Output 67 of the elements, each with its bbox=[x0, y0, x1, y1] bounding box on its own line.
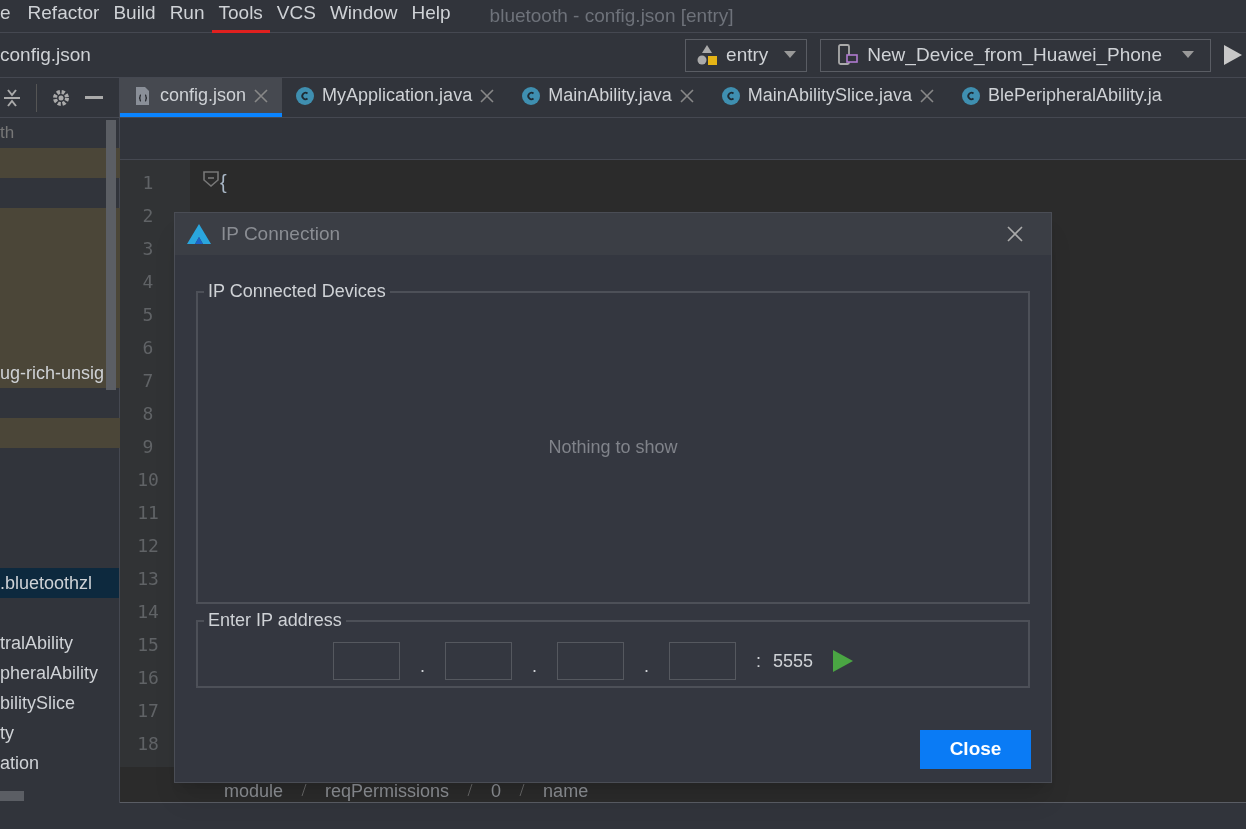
close-button[interactable]: Close bbox=[920, 730, 1031, 769]
file-path[interactable]: config.json bbox=[0, 40, 91, 70]
tree-item[interactable]: tralAbility bbox=[0, 628, 119, 658]
json-file-icon bbox=[134, 85, 152, 106]
breadcrumb-item[interactable]: reqPermissions bbox=[325, 781, 450, 801]
scrollbar-thumb[interactable] bbox=[106, 120, 116, 390]
settings-icon[interactable] bbox=[51, 87, 71, 108]
class-icon bbox=[961, 86, 980, 105]
module-dropdown[interactable]: entry bbox=[685, 38, 808, 72]
dot-separator: . bbox=[419, 654, 425, 678]
separator-icon bbox=[519, 784, 526, 796]
dot-separator: . bbox=[531, 654, 537, 678]
class-icon bbox=[522, 86, 541, 105]
editor-tab[interactable]: BlePeripheralAbility.ja bbox=[947, 78, 1176, 117]
close-icon[interactable] bbox=[480, 88, 495, 103]
tree-item[interactable]: bilitySlice bbox=[0, 688, 119, 718]
port-number: 5555 bbox=[773, 649, 814, 673]
separator-icon bbox=[467, 784, 474, 796]
close-icon[interactable] bbox=[679, 88, 694, 103]
tree-item[interactable]: ation bbox=[0, 748, 119, 778]
minimize-icon[interactable] bbox=[85, 95, 103, 100]
close-icon[interactable] bbox=[919, 88, 934, 103]
menu-item[interactable]: Help bbox=[404, 0, 458, 33]
ip-octet-field[interactable] bbox=[556, 642, 624, 680]
editor-tab[interactable]: config.json bbox=[120, 78, 283, 117]
tree-item[interactable]: .bluetoothzl bbox=[0, 568, 119, 598]
code-line: { bbox=[220, 170, 227, 195]
menu-item[interactable]: Refactor bbox=[20, 0, 107, 33]
menu-item[interactable]: Window bbox=[322, 0, 405, 33]
ip-octet-field[interactable] bbox=[669, 642, 736, 680]
breadcrumb-item[interactable]: 0 bbox=[491, 781, 502, 801]
close-icon[interactable] bbox=[1007, 226, 1023, 242]
ip-octet-field[interactable] bbox=[332, 642, 400, 680]
editor-tab[interactable]: MainAbilitySlice.java bbox=[707, 78, 948, 117]
menu-item[interactable]: VCS bbox=[269, 0, 323, 33]
editor-tab[interactable]: MyApplication.java bbox=[282, 78, 509, 117]
tree-item[interactable]: ug-rich-unsig bbox=[0, 358, 119, 388]
empty-message: Nothing to show bbox=[548, 436, 678, 459]
ip-octet-field[interactable] bbox=[444, 642, 512, 680]
device-icon bbox=[837, 44, 860, 66]
breadcrumb-item[interactable]: name bbox=[543, 781, 589, 801]
tree-item[interactable]: pheralAbility bbox=[0, 658, 119, 688]
window-title: bluetooth - config.json [entry] bbox=[489, 3, 734, 28]
colon-separator: : bbox=[756, 649, 761, 673]
class-icon bbox=[296, 86, 315, 105]
close-icon[interactable] bbox=[254, 88, 269, 103]
caret-icon bbox=[1182, 51, 1194, 59]
collapse-icon[interactable] bbox=[2, 87, 22, 108]
dot-separator: . bbox=[643, 654, 649, 678]
connect-icon[interactable] bbox=[833, 650, 854, 672]
caret-icon bbox=[784, 51, 797, 59]
menu-item[interactable]: Run bbox=[162, 0, 212, 33]
shapes-icon bbox=[696, 44, 719, 66]
tree-item[interactable]: ty bbox=[0, 718, 119, 748]
breadcrumb-item[interactable]: module bbox=[224, 781, 284, 801]
menu-item[interactable]: e bbox=[0, 0, 21, 33]
tree-header: th bbox=[0, 122, 16, 144]
run-icon[interactable] bbox=[1224, 45, 1242, 65]
menu-item[interactable]: Tools bbox=[211, 0, 270, 33]
dialog-title: IP Connection bbox=[221, 221, 340, 246]
scrollbar-thumb[interactable] bbox=[0, 791, 24, 801]
class-icon bbox=[721, 86, 740, 105]
menu-item[interactable]: Build bbox=[106, 0, 163, 33]
logo-icon bbox=[187, 224, 211, 244]
editor-tab[interactable]: MainAbility.java bbox=[508, 78, 708, 117]
device-dropdown[interactable]: New_Device_from_Huawei_Phone bbox=[820, 38, 1211, 72]
separator-icon bbox=[301, 784, 308, 796]
